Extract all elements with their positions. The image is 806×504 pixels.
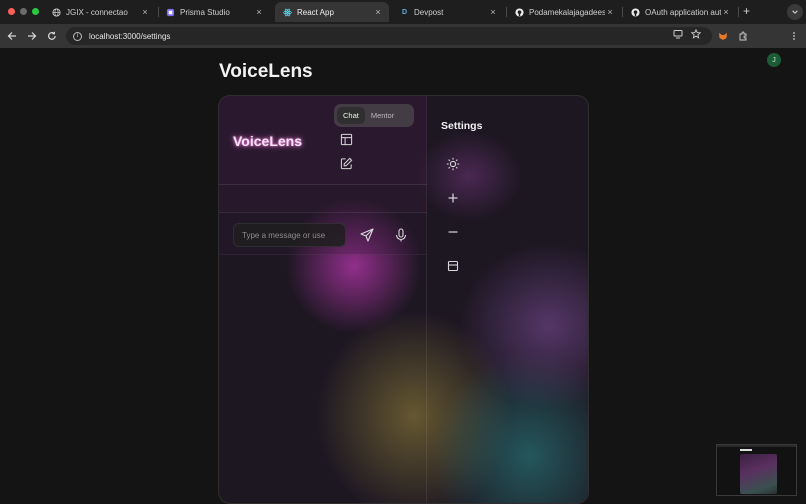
settings-title: Settings [441, 120, 483, 132]
browser-menu-icon[interactable] [786, 28, 802, 44]
tab-title: Podamekalajagadeesh/ [529, 7, 605, 17]
bookmark-star-icon[interactable] [690, 28, 702, 42]
tab-search-button[interactable] [787, 4, 803, 20]
minus-icon[interactable] [446, 225, 460, 239]
github-icon [631, 7, 640, 17]
globe-icon [52, 7, 61, 17]
chat-header: VoiceLens Chat Mentor [219, 96, 427, 185]
back-button[interactable] [4, 28, 20, 44]
voicelens-app-card: VoiceLens Chat Mentor Type a message or … [218, 95, 589, 504]
tab-close-button[interactable]: × [488, 7, 498, 17]
close-window-button[interactable] [8, 8, 15, 15]
page-title: VoiceLens [219, 61, 313, 82]
layout-icon[interactable] [446, 259, 460, 273]
tab-close-button[interactable]: × [721, 7, 731, 17]
devpost-icon: D [401, 8, 408, 16]
thumbnail-browser-bar [717, 445, 796, 447]
sun-icon[interactable] [446, 157, 460, 171]
tab-title: Prisma Studio [180, 7, 230, 17]
new-tab-button[interactable]: + [743, 4, 750, 18]
send-icon[interactable] [359, 227, 375, 243]
browser-toolbar: i localhost:3000/settings J [0, 24, 806, 67]
browser-tab[interactable]: OAuth application auth × [623, 2, 737, 22]
arrow-left-icon [7, 32, 16, 40]
thumbnail-card [740, 454, 777, 494]
tab-close-button[interactable]: × [373, 7, 383, 17]
chevron-down-icon [792, 10, 798, 14]
message-input[interactable] [233, 223, 346, 247]
browser-tab[interactable]: Podamekalajagadeesh/ × [507, 2, 621, 22]
browser-tab-bar: JGIX - connectao × Prisma Studio × React… [0, 0, 806, 24]
mode-chat-button[interactable]: Chat [337, 107, 365, 124]
browser-tab-active[interactable]: React App × [275, 2, 389, 22]
brand-logo-text: VoiceLens [233, 133, 302, 149]
browser-tab[interactable]: D Devpost × [392, 2, 504, 22]
tab-close-button[interactable]: × [140, 7, 150, 17]
prisma-icon [166, 8, 175, 17]
browser-tab[interactable]: JGIX - connectao × [44, 2, 156, 22]
tab-title: Devpost [414, 7, 444, 17]
tab-close-button[interactable]: × [605, 7, 615, 17]
screenshot-thumbnail-preview[interactable] [716, 444, 797, 496]
message-composer [219, 213, 427, 255]
extension-fox-icon[interactable] [715, 28, 731, 44]
thumbnail-title [740, 449, 752, 451]
tab-title: OAuth application auth [645, 7, 721, 17]
maximize-window-button[interactable] [32, 8, 39, 15]
mode-mentor-button[interactable]: Mentor [365, 107, 400, 124]
reload-icon [48, 31, 56, 40]
chat-panel: VoiceLens Chat Mentor [219, 96, 427, 503]
install-app-icon[interactable] [673, 29, 683, 42]
minimize-window-button[interactable] [20, 8, 27, 15]
tab-title: JGIX - connectao [66, 7, 128, 17]
extensions-puzzle-icon[interactable] [735, 28, 751, 44]
arrow-right-icon [28, 32, 37, 40]
edit-icon[interactable] [340, 157, 353, 170]
tab-separator [738, 7, 739, 17]
settings-panel: Settings [427, 96, 588, 503]
tab-title: React App [297, 7, 334, 17]
reload-button[interactable] [44, 28, 60, 44]
site-info-icon[interactable]: i [73, 31, 82, 41]
react-icon [283, 8, 292, 17]
layout-panel-icon[interactable] [340, 133, 353, 146]
microphone-icon[interactable] [393, 227, 409, 243]
profile-avatar[interactable]: J [767, 53, 781, 67]
plus-icon[interactable] [446, 191, 460, 205]
tab-close-button[interactable]: × [254, 7, 264, 17]
forward-button[interactable] [24, 28, 40, 44]
github-icon [515, 7, 524, 17]
browser-tab[interactable]: Prisma Studio × [158, 2, 270, 22]
address-url[interactable]: localhost:3000/settings [89, 32, 170, 41]
mode-toggle: Chat Mentor [334, 104, 414, 127]
chat-subheader [219, 185, 427, 213]
address-bar[interactable]: i localhost:3000/settings [66, 27, 712, 45]
